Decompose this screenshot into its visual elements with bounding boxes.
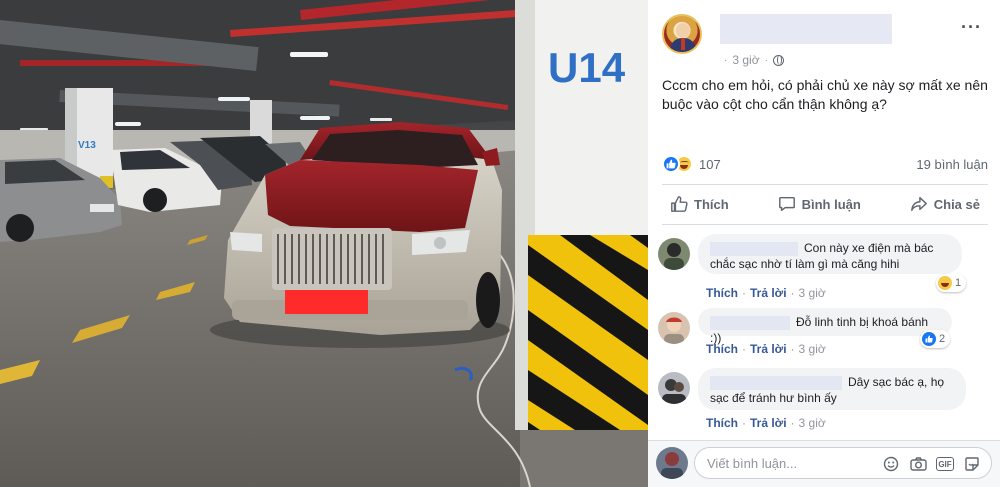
thumbs-up-icon <box>671 196 688 212</box>
like-button[interactable]: Thích <box>662 189 737 219</box>
commenter-name-redacted[interactable] <box>710 315 790 330</box>
divider <box>662 224 988 225</box>
pillar-label: U14 <box>548 44 626 91</box>
post-panel: · 3 giờ · ··· Cccm cho em hỏi, có phải c… <box>648 0 1000 487</box>
commenter-avatar[interactable] <box>658 238 690 270</box>
comment-time[interactable]: 3 giờ <box>799 342 826 356</box>
share-button[interactable]: Chia sẻ <box>902 189 988 219</box>
commenter-avatar[interactable] <box>658 372 690 404</box>
comment-actions: Thích · Trả lời · 3 giờ <box>706 416 826 430</box>
reaction-count: 107 <box>699 156 721 172</box>
post-photo[interactable]: V13 U14 <box>0 0 648 487</box>
hazard-stripes <box>528 235 648 430</box>
comment-reaction-count: 2 <box>939 333 946 345</box>
current-user-avatar[interactable] <box>656 447 688 479</box>
comment-bubble: Đỗ linh tinh bị khoá bánh :)) <box>698 308 952 345</box>
commenter-name-redacted[interactable] <box>710 375 842 390</box>
post-actions: Thích Bình luận Chia sẻ <box>662 186 988 222</box>
parking-garage-photo: V13 U14 <box>0 0 648 487</box>
comment-label: Bình luận <box>801 196 861 212</box>
camera-icon[interactable] <box>909 455 927 473</box>
share-label: Chia sẻ <box>933 196 980 212</box>
comment-composer: Viết bình luận... GIF <box>648 440 1000 487</box>
reactions-summary[interactable]: 107 <box>662 155 721 173</box>
comment-input-placeholder: Viết bình luận... <box>707 456 798 471</box>
comment-icon <box>778 196 795 212</box>
left-pillar-label: V13 <box>78 140 96 151</box>
like-icon <box>922 332 936 346</box>
emoji-icon[interactable] <box>882 455 900 473</box>
post-time[interactable]: 3 giờ <box>732 53 759 67</box>
post-text: Cccm cho em hỏi, có phải chủ xe này sợ m… <box>662 77 988 112</box>
more-options-icon[interactable]: ··· <box>961 18 982 36</box>
comment-like-link[interactable]: Thích <box>706 342 738 356</box>
comment-time[interactable]: 3 giờ <box>799 416 826 430</box>
composer-icons: GIF <box>882 455 981 473</box>
redacted-license-plate <box>285 290 368 314</box>
comment-bubble: Dây sạc bác ạ, họ sạc để tránh hư bình ấ… <box>698 368 966 410</box>
commenter-avatar[interactable] <box>658 312 690 344</box>
share-arrow-icon <box>910 196 927 212</box>
divider <box>662 184 988 185</box>
sticker-icon[interactable] <box>963 455 981 473</box>
post-header: · 3 giờ · ··· <box>662 14 988 67</box>
gif-icon[interactable]: GIF <box>936 457 954 471</box>
comment-like-link[interactable]: Thích <box>706 416 738 430</box>
comment-time[interactable]: 3 giờ <box>799 286 826 300</box>
haha-icon <box>938 276 952 290</box>
comment-reactions[interactable]: 1 <box>936 274 967 292</box>
comment-count[interactable]: 19 bình luận <box>916 157 988 172</box>
comment-like-link[interactable]: Thích <box>706 286 738 300</box>
comment-reply-link[interactable]: Trả lời <box>750 286 787 300</box>
commenter-name-redacted[interactable] <box>710 241 798 256</box>
like-label: Thích <box>694 196 729 212</box>
comment-reply-link[interactable]: Trả lời <box>750 342 787 356</box>
author-name-redacted[interactable] <box>720 14 892 44</box>
comment-button[interactable]: Bình luận <box>770 189 869 219</box>
comment-actions: Thích · Trả lời · 3 giờ <box>706 342 826 356</box>
comment-bubble: Con này xe điện mà bác chắc sạc nhờ tí l… <box>698 234 962 274</box>
comment-actions: Thích · Trả lời · 3 giờ <box>706 286 826 300</box>
like-icon <box>662 155 680 173</box>
post-meta: · 3 giờ · <box>724 53 784 67</box>
comment-reactions[interactable]: 2 <box>920 330 951 348</box>
comment-reaction-count: 1 <box>955 277 962 289</box>
globe-icon[interactable] <box>772 54 784 66</box>
author-avatar[interactable] <box>662 14 702 54</box>
comment-reply-link[interactable]: Trả lời <box>750 416 787 430</box>
post-stats: 107 19 bình luận <box>662 152 988 176</box>
comment-input[interactable]: Viết bình luận... GIF <box>694 447 992 479</box>
